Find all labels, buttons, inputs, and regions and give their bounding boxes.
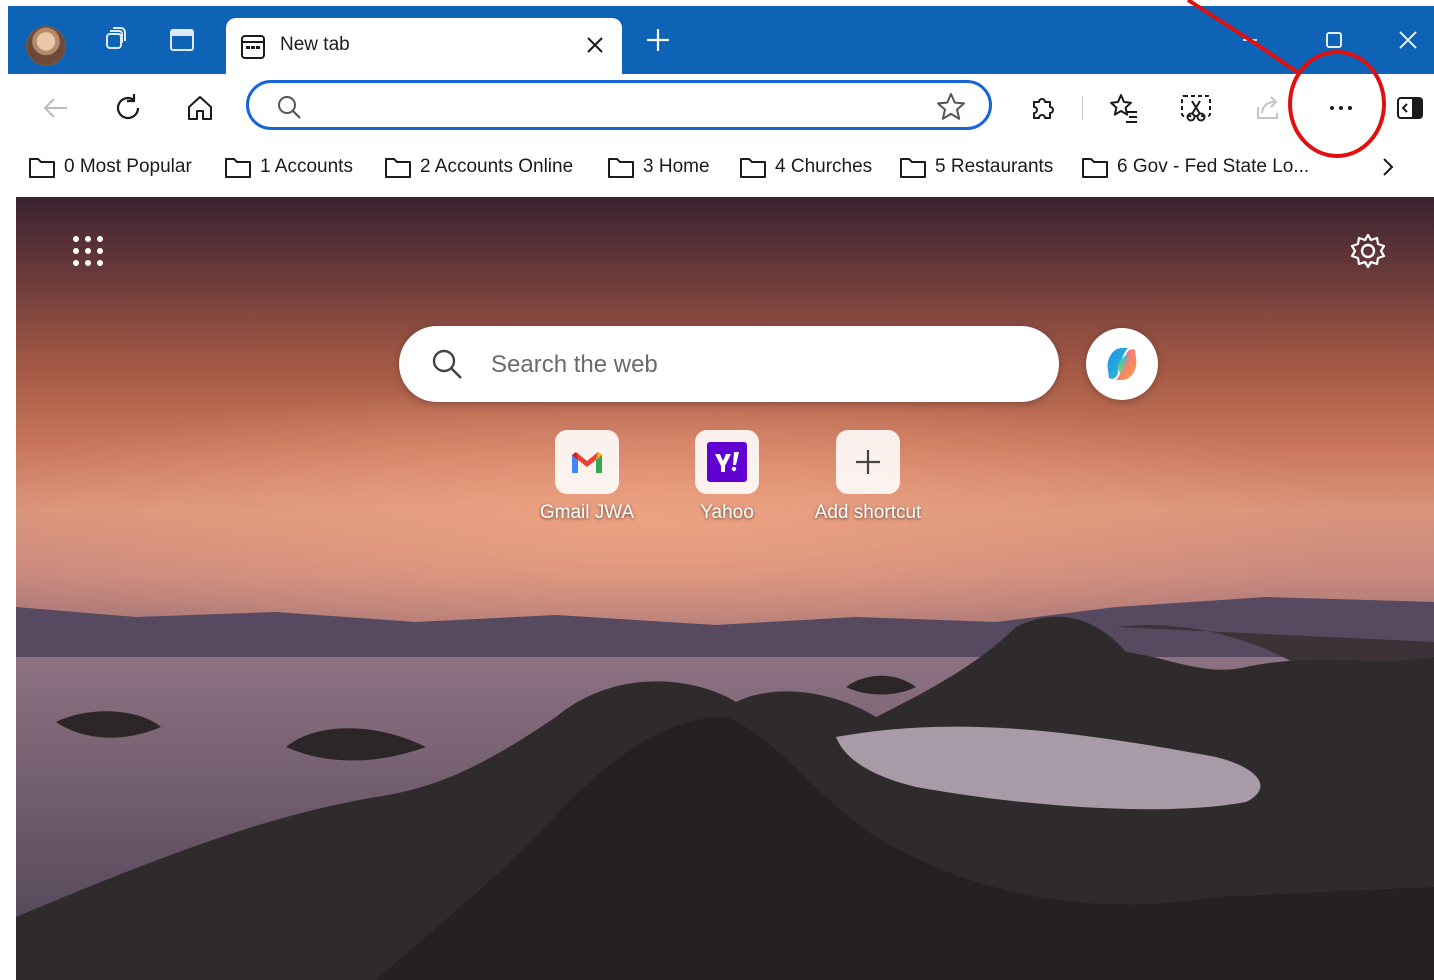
folder-icon [385,158,411,178]
folder-icon [225,158,251,178]
search-icon [432,349,462,379]
shortcut-label: Add shortcut [814,502,922,523]
favorites-button[interactable] [1104,88,1144,128]
workspaces-icon [106,27,126,49]
shortcut-label: Yahoo [700,502,754,523]
minimize-icon [1243,39,1257,41]
sidebar-toggle-button[interactable] [1390,88,1430,128]
more-bookmarks-button[interactable] [1378,154,1398,180]
shortcut-icon-tile [695,430,759,494]
web-search-input[interactable] [489,348,1013,382]
sidebar-icon [1397,97,1423,119]
refresh-button[interactable] [108,88,148,128]
folder-icon [29,158,55,178]
profile-avatar[interactable] [26,26,66,66]
bookmark-folder[interactable]: 4 Churches [739,154,872,180]
shortcut-icon-tile [836,430,900,494]
tab-title: New tab [280,34,350,55]
folder-icon [900,158,926,178]
add-shortcut-button[interactable]: Add shortcut [808,430,928,524]
browser-window: New tab 0 Most Popular 1 Accounts 2 Acco… [0,0,1434,980]
copilot-icon [1107,348,1137,380]
refresh-icon [116,94,140,120]
bookmark-folder[interactable]: 0 Most Popular [28,154,192,180]
favorites-bar: 0 Most Popular 1 Accounts 2 Accounts Onl… [8,140,1434,194]
grid-dots-icon [73,236,103,266]
shortcut-tile[interactable]: Yahoo [667,430,787,524]
workspaces-button[interactable] [92,6,136,74]
minimize-button[interactable] [1230,6,1270,74]
bookmark-folder[interactable]: 3 Home [607,154,710,180]
star-icon[interactable] [935,91,967,123]
chevron-right-icon [1383,158,1394,176]
bookmark-folder[interactable]: 6 Gov - Fed State Lo... [1081,154,1309,180]
more-options-icon [1330,106,1352,110]
plus-icon [647,29,669,51]
folder-icon [1082,158,1108,178]
bookmark-label: 5 Restaurants [935,156,1054,177]
back-button[interactable] [36,88,76,128]
vertical-tabs-button[interactable] [160,6,204,74]
close-icon [587,37,603,53]
shortcut-icon-tile [555,430,619,494]
navigation-toolbar [8,74,1434,140]
bookmark-folder[interactable]: 1 Accounts [224,154,353,180]
folder-icon [740,158,766,178]
scissors-icon [1181,95,1211,122]
close-tab-button[interactable] [582,32,608,58]
bookmark-folder[interactable]: 5 Restaurants [899,154,1053,180]
background-landscape [16,377,1434,980]
new-tab-page-icon [241,35,265,59]
copilot-button[interactable] [1086,328,1158,400]
maximize-button[interactable] [1314,6,1354,74]
share-icon [1257,96,1278,119]
extensions-button[interactable] [1023,88,1063,128]
window-edge [0,0,8,980]
new-tab-button[interactable] [638,6,678,74]
tab-actions-icon [170,29,194,51]
page-settings-button[interactable] [1348,231,1388,271]
gmail-icon [572,452,602,473]
plus-icon [856,450,880,474]
puzzle-icon [1033,98,1054,119]
close-icon [1399,31,1417,49]
bookmark-label: 2 Accounts Online [420,156,574,177]
home-icon [188,96,212,120]
screenshot-button[interactable] [1176,88,1216,128]
bookmark-label: 4 Churches [775,156,873,177]
app-launcher-button[interactable] [68,231,108,271]
close-window-button[interactable] [1388,6,1428,74]
tab-new-tab[interactable]: New tab [226,18,622,74]
arrow-left-icon [43,98,67,118]
address-bar[interactable] [246,80,992,130]
toolbar-separator [1082,96,1083,120]
bookmark-folder[interactable]: 2 Accounts Online [384,154,573,180]
maximize-icon [1326,32,1342,48]
web-search-box[interactable] [399,326,1059,402]
shortcut-label: Gmail JWA [539,502,635,523]
bookmark-label: 6 Gov - Fed State Lo... [1117,156,1310,177]
bookmark-label: 3 Home [643,156,710,177]
title-bar: New tab [8,6,1434,74]
bookmark-label: 0 Most Popular [64,156,192,177]
new-tab-page: Gmail JWA Yahoo Add shortcut [16,197,1434,980]
address-input[interactable] [313,91,917,121]
home-button[interactable] [180,88,220,128]
gear-icon [1350,233,1386,269]
folder-icon [608,158,634,178]
favorites-icon [1110,94,1137,123]
share-button[interactable] [1248,88,1288,128]
shortcut-tile[interactable]: Gmail JWA [527,430,647,524]
yahoo-icon [707,442,747,482]
settings-and-more-button[interactable] [1321,88,1361,128]
bookmark-label: 1 Accounts [260,156,353,177]
search-icon [278,96,301,119]
